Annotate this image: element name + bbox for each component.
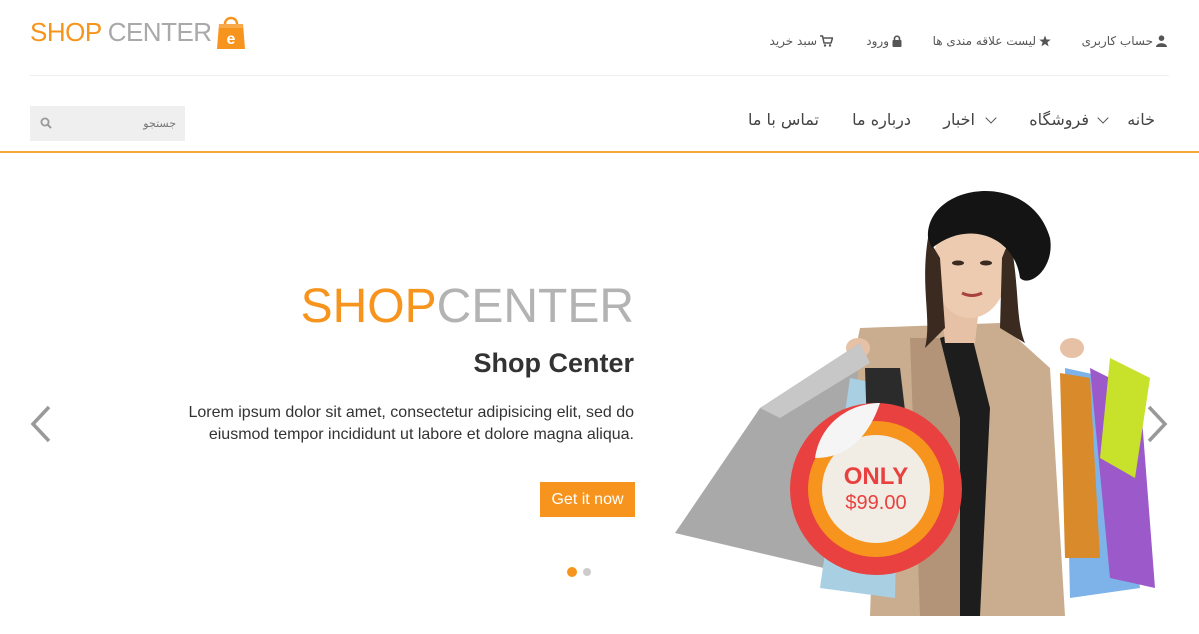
lock-icon [892,35,902,47]
login-label: ورود [866,34,889,48]
slide-subtitle: Shop Center [473,348,634,378]
chevron-down-icon [1097,111,1109,124]
logo-shop-text: SHOP [30,17,102,47]
nav-contact[interactable]: تماس با ما [748,110,819,129]
get-it-now-button[interactable]: Get it now [540,482,635,517]
header-divider [30,75,1169,76]
logo-center-text: CENTER [107,17,212,47]
account-label: حساب کاربری [1081,34,1153,48]
nav-contact-label: تماس با ما [747,110,819,129]
cart-label: سبد خرید [769,34,817,48]
nav-news[interactable]: اخبار [943,110,997,129]
nav-home[interactable]: خانه [1127,110,1155,129]
login-link[interactable]: ورود [866,34,902,48]
badge-price-text: $99.00 [845,492,906,514]
slide-brand-shop: SHOP [300,280,437,333]
nav-news-label: اخبار [943,110,975,129]
wishlist-label: لیست علاقه مندی ها [932,34,1036,48]
user-icon [1156,35,1167,47]
nav-shop[interactable]: فروشگاه [1029,110,1109,129]
logo-bag-letter: e [226,31,235,48]
search-box [30,106,185,141]
logo[interactable]: SHOP CENTER e [30,12,246,52]
slide-brand: SHOPCENTER [301,283,634,331]
cart-icon [820,35,833,47]
chevron-left-icon[interactable] [30,405,52,443]
chevron-down-icon [985,111,997,124]
badge-only-text: ONLY [844,463,908,490]
nav-about[interactable]: درباره ما [852,110,911,129]
search-icon[interactable] [40,117,52,129]
slide-dot-2[interactable] [583,568,591,576]
hero-image: ONLY $99.00 [675,190,1155,616]
wishlist-link[interactable]: لیست علاقه مندی ها [933,34,1051,48]
hero-slider: SHOPCENTER Shop Center Lorem ipsum dolor… [0,153,1199,634]
nav-about-label: درباره ما [852,110,911,129]
account-link[interactable]: حساب کاربری [1082,34,1167,48]
nav-home-label: خانه [1127,110,1155,129]
slide-brand-center: CENTER [436,280,634,333]
nav-shop-label: فروشگاه [1029,110,1089,129]
cart-link[interactable]: سبد خرید [770,34,833,48]
slide-description: Lorem ipsum dolor sit amet, consectetur … [188,404,634,443]
search-input[interactable] [60,106,178,141]
slide-dot-1[interactable] [567,567,577,577]
star-icon [1039,35,1051,47]
shopping-bag-logo-icon: e [216,16,245,49]
